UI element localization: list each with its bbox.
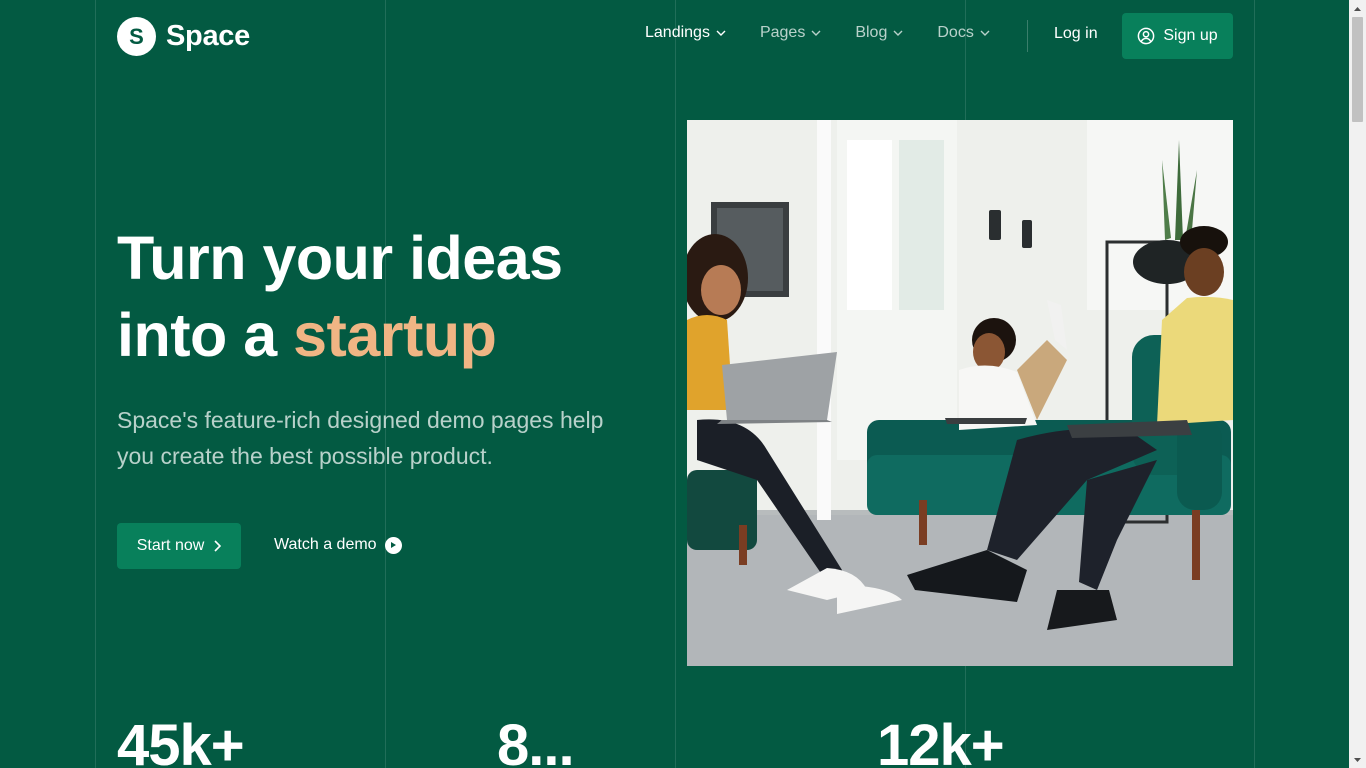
nav-item-landings[interactable]: Landings xyxy=(645,24,726,42)
hero-title-highlight: startup xyxy=(293,301,497,369)
navbar: S Space Landings Pages Blog Docs Log in … xyxy=(0,0,1349,72)
nav-divider xyxy=(1027,20,1028,52)
hero-title-line1: Turn your ideas xyxy=(117,224,563,292)
main-nav: Landings Pages Blog Docs xyxy=(645,24,1024,42)
scroll-down-button[interactable] xyxy=(1349,751,1366,768)
hero-title: Turn your ideas into a startup xyxy=(117,220,677,374)
play-circle-icon xyxy=(384,536,402,554)
page-scrollbar[interactable] xyxy=(1349,0,1366,768)
start-now-label: Start now xyxy=(136,537,205,554)
grid-line xyxy=(385,0,386,768)
nav-item-label: Pages xyxy=(759,24,806,41)
watch-demo-button[interactable]: Watch a demo xyxy=(274,536,402,554)
caret-down-icon xyxy=(1354,757,1361,762)
hero-photo xyxy=(687,120,1233,666)
nav-item-blog[interactable]: Blog xyxy=(855,24,903,42)
chevron-down-icon xyxy=(811,30,821,36)
nav-item-pages[interactable]: Pages xyxy=(760,24,821,42)
hero-subtitle: Space's feature-rich designed demo pages… xyxy=(117,407,604,469)
nav-item-label: Blog xyxy=(855,24,888,41)
scrollbar-thumb[interactable] xyxy=(1352,17,1363,122)
signup-label: Sign up xyxy=(1163,27,1218,44)
grid-line xyxy=(1254,0,1255,768)
user-circle-icon xyxy=(1138,27,1155,45)
brand-name: Space xyxy=(166,20,250,52)
stat-value: 12k+ xyxy=(877,713,1005,768)
grid-line xyxy=(675,0,676,768)
login-link[interactable]: Log in xyxy=(1054,25,1098,43)
brand-logo-icon: S xyxy=(117,17,156,56)
watch-demo-label: Watch a demo xyxy=(274,536,377,553)
stat-value: 8... xyxy=(497,713,575,768)
chevron-down-icon xyxy=(980,30,990,36)
hero-photo-illustration xyxy=(687,120,1233,666)
chevron-right-icon xyxy=(214,540,222,552)
caret-up-icon xyxy=(1354,6,1361,11)
grid-line xyxy=(95,0,96,768)
chevron-down-icon xyxy=(893,30,903,36)
nav-item-docs[interactable]: Docs xyxy=(937,24,990,42)
brand-logo-link[interactable]: S Space xyxy=(117,17,250,56)
scroll-up-button[interactable] xyxy=(1349,0,1366,17)
start-now-button[interactable]: Start now xyxy=(117,523,241,569)
nav-item-label: Landings xyxy=(645,24,710,41)
chevron-down-icon xyxy=(716,30,726,36)
nav-item-label: Docs xyxy=(937,24,974,41)
stat-value: 45k+ xyxy=(117,713,245,768)
hero-title-line2: into a xyxy=(117,301,294,369)
signup-button[interactable]: Sign up xyxy=(1122,13,1233,59)
